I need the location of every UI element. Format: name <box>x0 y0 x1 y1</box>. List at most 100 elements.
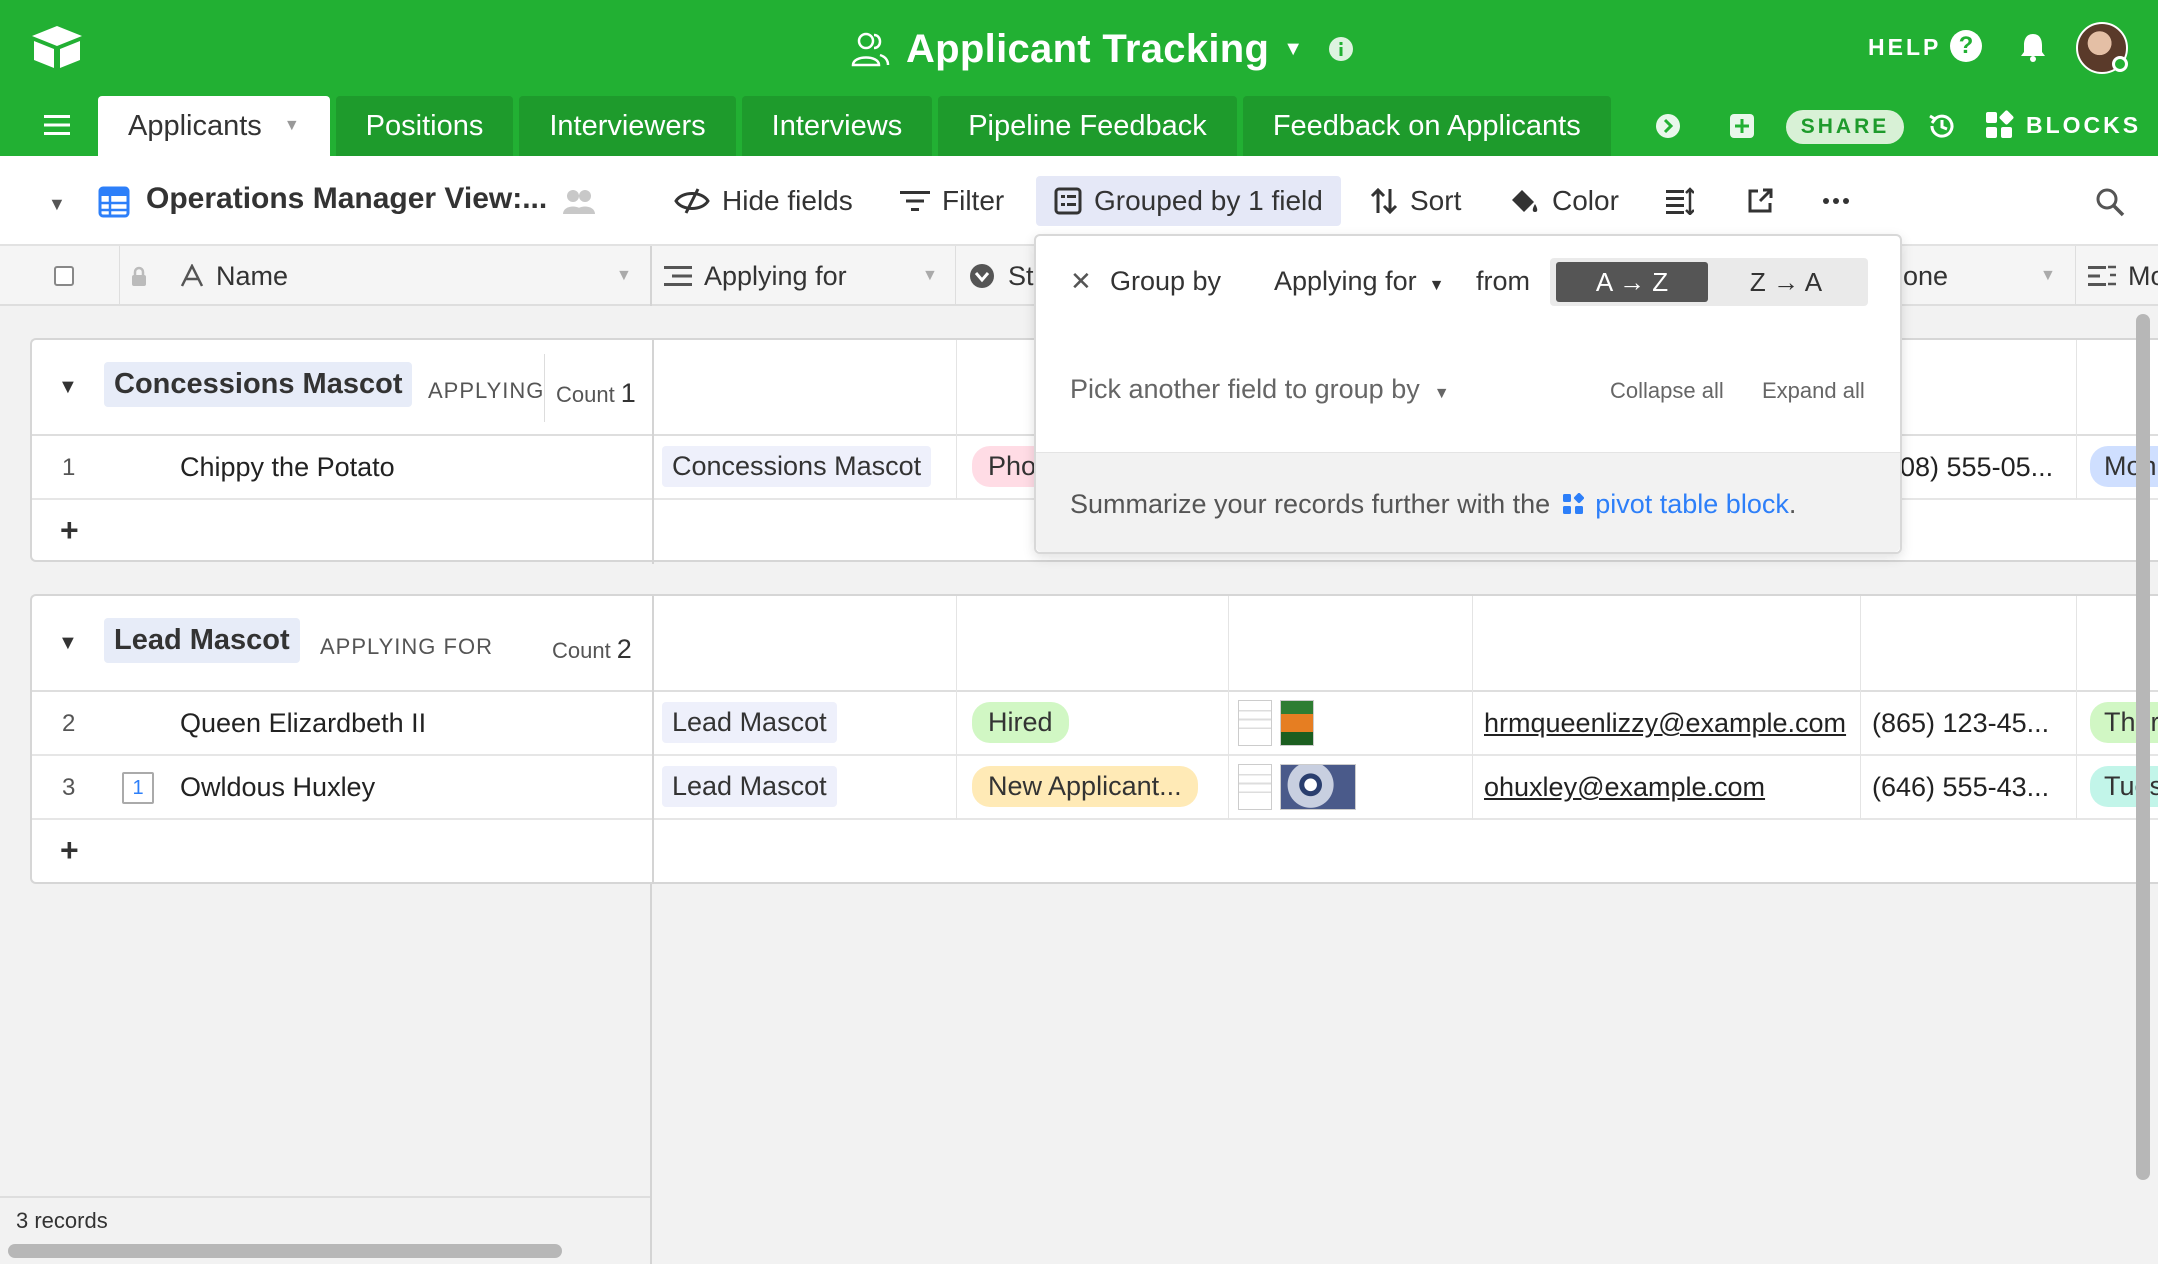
divider <box>2076 340 2077 436</box>
status-badge[interactable]: New Applicant... <box>972 766 1198 807</box>
row-height-button[interactable] <box>1666 176 1706 226</box>
add-table-icon[interactable] <box>1728 112 1756 140</box>
email-link[interactable]: ohuxley@example.com <box>1484 772 1765 803</box>
status-badge[interactable]: Hired <box>972 702 1069 743</box>
column-header-applying-for[interactable]: Applying for ▼ <box>652 246 956 306</box>
phone-cell[interactable]: 08) 555-05... <box>1900 452 2053 483</box>
email-link[interactable]: hrmqueenlizzy@example.com <box>1484 708 1846 739</box>
applying-for-chip[interactable]: Lead Mascot <box>662 766 837 807</box>
group-by-label: Group by <box>1110 266 1222 296</box>
chevron-down-icon[interactable]: ▼ <box>2040 267 2056 285</box>
group-field-label: APPLYING FOR <box>320 634 493 659</box>
group-by-popover: ✕ Group by Applying for ▼ from A → Z Z → … <box>1034 234 1902 554</box>
group-field-select[interactable]: Applying for ▼ <box>1274 266 1444 297</box>
row-height-icon <box>1666 187 1694 215</box>
divider <box>956 756 957 820</box>
select-all-cell <box>0 246 120 306</box>
search-icon[interactable] <box>2094 186 2126 218</box>
collaborators-icon[interactable] <box>562 186 596 216</box>
popover-footer: Summarize your records further with the … <box>1036 452 1900 552</box>
table-row[interactable]: 2 Queen Elizardbeth II Lead Mascot Hired… <box>32 692 2158 756</box>
resume-attachment[interactable] <box>1238 700 1272 746</box>
sort-direction-toggle: A → Z Z → A <box>1550 258 1868 306</box>
info-icon[interactable] <box>1327 35 1355 63</box>
filter-button[interactable]: Filter <box>900 176 1004 226</box>
share-button[interactable]: SHARE <box>1786 110 1904 144</box>
hide-fields-button[interactable]: Hide fields <box>674 176 853 226</box>
record-count: 3 records <box>16 1208 108 1233</box>
record-name[interactable]: Chippy the Potato <box>180 452 395 483</box>
divider <box>652 820 654 884</box>
more-options-button[interactable] <box>1822 176 1862 226</box>
expand-all-button[interactable]: Expand all <box>1762 378 1865 404</box>
table-row[interactable]: 3 1 Owldous Huxley Lead Mascot New Appli… <box>32 756 2158 820</box>
collapse-group-icon[interactable]: ▼ <box>58 632 78 655</box>
group-header[interactable]: ▼ Lead Mascot APPLYING FOR Count 2 <box>32 596 2158 692</box>
phone-cell[interactable]: (646) 555-43... <box>1872 772 2049 803</box>
divider <box>1472 692 1473 756</box>
menu-icon[interactable] <box>44 114 70 136</box>
divider <box>956 692 957 756</box>
photo-attachment[interactable] <box>1280 700 1314 746</box>
chevron-down-icon[interactable]: ▼ <box>922 267 938 285</box>
help-link[interactable]: HELP <box>1868 34 1941 61</box>
column-header-more[interactable]: Mo <box>2076 246 2158 306</box>
horizontal-scrollbar[interactable] <box>8 1244 562 1258</box>
chevron-down-icon[interactable]: ▼ <box>616 267 632 285</box>
color-button[interactable]: Color <box>1508 176 1619 226</box>
comment-count-badge[interactable]: 1 <box>122 772 154 804</box>
tab-interviews[interactable]: Interviews <box>741 96 933 156</box>
sort-button[interactable]: Sort <box>1370 176 1461 226</box>
divider <box>2076 692 2077 756</box>
add-record-icon[interactable]: + <box>60 512 79 549</box>
divider <box>652 500 654 564</box>
remove-group-icon[interactable]: ✕ <box>1070 266 1092 297</box>
share-view-button[interactable] <box>1746 176 1786 226</box>
pick-another-field-select[interactable]: Pick another field to group by ▼ <box>1070 374 1450 405</box>
history-icon[interactable] <box>1926 110 1958 142</box>
divider <box>652 596 654 692</box>
column-header-name[interactable]: Name ▼ <box>120 246 652 306</box>
blocks-button[interactable]: BLOCKS <box>1984 110 2141 140</box>
bell-icon[interactable] <box>2016 30 2050 64</box>
more-tabs-icon[interactable] <box>1654 112 1682 140</box>
grouped-button[interactable]: Grouped by 1 field <box>1036 176 1341 226</box>
sort-icon <box>1370 187 1398 215</box>
pivot-table-block-link[interactable]: pivot table block <box>1595 489 1789 519</box>
divider <box>1228 756 1229 820</box>
applying-for-chip[interactable]: Concessions Mascot <box>662 446 932 487</box>
view-toolbar: ▼ Operations Manager View:... Hide field… <box>0 156 2158 246</box>
tab-applicants[interactable]: Applicants ▼ <box>98 96 330 156</box>
sort-z-to-a-option[interactable]: Z → A <box>1710 262 1862 302</box>
tab-pipeline-feedback[interactable]: Pipeline Feedback <box>938 96 1237 156</box>
view-name[interactable]: Operations Manager View:... <box>146 182 547 216</box>
select-all-checkbox[interactable] <box>54 266 74 286</box>
photo-attachment[interactable] <box>1280 764 1356 810</box>
add-row[interactable]: + <box>32 820 2158 884</box>
text-field-icon <box>180 264 204 287</box>
divider <box>956 436 957 500</box>
record-name[interactable]: Queen Elizardbeth II <box>180 708 426 739</box>
phone-cell[interactable]: (865) 123-45... <box>1872 708 2049 739</box>
applying-for-chip[interactable]: Lead Mascot <box>662 702 837 743</box>
add-record-icon[interactable]: + <box>60 832 79 869</box>
airtable-logo-icon[interactable] <box>30 24 84 70</box>
divider <box>956 340 957 436</box>
base-title[interactable]: Applicant Tracking ▼ <box>850 18 1355 80</box>
record-name[interactable]: Owldous Huxley <box>180 772 375 803</box>
tab-positions[interactable]: Positions <box>335 96 514 156</box>
row-number: 1 <box>62 454 76 481</box>
collapse-group-icon[interactable]: ▼ <box>58 376 78 399</box>
chevron-down-icon[interactable]: ▼ <box>284 117 300 135</box>
help-icon[interactable]: ? <box>1950 30 1982 62</box>
ellipsis-icon <box>1823 198 1849 204</box>
resume-attachment[interactable] <box>1238 764 1272 810</box>
people-icon <box>851 32 890 67</box>
tab-feedback-on-applicants[interactable]: Feedback on Applicants <box>1242 96 1611 156</box>
view-list-caret-icon[interactable]: ▼ <box>48 194 66 215</box>
tab-interviewers[interactable]: Interviewers <box>519 96 736 156</box>
vertical-scrollbar[interactable] <box>2136 314 2150 1180</box>
collapse-all-button[interactable]: Collapse all <box>1610 378 1724 404</box>
sort-a-to-z-option[interactable]: A → Z <box>1556 262 1708 302</box>
divider <box>1228 692 1229 756</box>
